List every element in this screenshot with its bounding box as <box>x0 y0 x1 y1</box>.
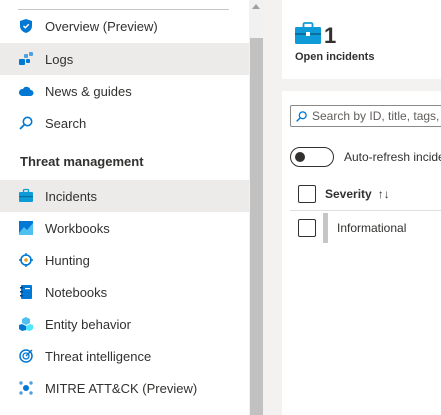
sidebar-item-label: News & guides <box>45 83 132 99</box>
sidebar-item-label: Threat intelligence <box>45 348 152 364</box>
search-icon <box>18 115 34 131</box>
sort-icon[interactable]: ↑↓ <box>378 187 390 201</box>
sidebar-item-label: MITRE ATT&CK (Preview) <box>45 380 198 396</box>
sidebar-item-entity-behavior[interactable]: Entity behavior <box>0 308 249 340</box>
search-icon <box>296 110 307 122</box>
column-header-label: Severity <box>325 187 372 201</box>
section-header-threat-management: Threat management <box>20 154 144 169</box>
workbook-icon <box>18 220 34 236</box>
sidebar-item-search[interactable]: Search <box>0 107 249 139</box>
logs-icon <box>18 51 34 67</box>
briefcase-icon <box>295 22 324 49</box>
sidebar-item-logs[interactable]: Logs <box>0 43 249 75</box>
sidebar-item-label: Notebooks <box>45 284 108 300</box>
sidebar-item-hunting[interactable]: Hunting <box>0 244 249 276</box>
auto-refresh-label: Auto-refresh incidents <box>344 150 441 164</box>
column-header-severity[interactable]: Severity ↑↓ <box>325 187 390 201</box>
sidebar-item-news-guides[interactable]: News & guides <box>0 75 249 107</box>
briefcase-icon <box>18 188 34 204</box>
open-incident-count: 1 <box>324 22 337 48</box>
scrollbar-thumb[interactable] <box>250 38 263 415</box>
sidebar-item-label: Workbooks <box>45 220 110 236</box>
severity-cell: Informational <box>337 221 407 235</box>
sidebar-item-label: Incidents <box>45 188 98 204</box>
mitre-icon <box>18 380 34 396</box>
cloud-icon <box>18 83 34 99</box>
scroll-up-arrow-icon[interactable] <box>252 4 260 9</box>
search-input[interactable] <box>312 109 441 123</box>
select-all-checkbox[interactable] <box>298 185 316 203</box>
sidebar-item-notebooks[interactable]: Notebooks <box>0 276 249 308</box>
table-row[interactable]: Informational <box>290 212 441 244</box>
row-checkbox[interactable] <box>298 219 316 237</box>
sidebar-scrollbar[interactable] <box>249 0 264 415</box>
sidebar-item-label: Logs <box>45 51 74 67</box>
sidebar-item-label: Hunting <box>45 252 90 268</box>
search-box[interactable] <box>290 105 441 127</box>
toggle-knob <box>295 152 305 162</box>
sidebar: Overview (Preview) Logs News & guides Se… <box>0 0 249 415</box>
sidebar-item-label: Overview (Preview) <box>45 18 158 34</box>
sidebar-item-workbooks[interactable]: Workbooks <box>0 212 249 244</box>
main-content: 1 Open incidents Auto-refresh incidents … <box>264 0 441 415</box>
table-divider <box>290 210 441 211</box>
notebook-icon <box>18 284 34 300</box>
auto-refresh-toggle[interactable] <box>290 147 334 167</box>
severity-indicator <box>323 213 328 243</box>
shield-icon <box>18 18 34 34</box>
incident-summary-card: 1 Open incidents <box>282 0 441 79</box>
open-incidents-label: Open incidents <box>295 51 375 63</box>
table-header: Severity ↑↓ <box>290 180 441 208</box>
target-icon <box>18 252 34 268</box>
incidents-list-card: Auto-refresh incidents Severity ↑↓ Infor… <box>282 91 441 415</box>
sidebar-item-threat-intelligence[interactable]: Threat intelligence <box>0 340 249 372</box>
sidebar-item-incidents[interactable]: Incidents <box>0 180 249 212</box>
sidebar-item-label: Search <box>45 115 87 131</box>
auto-refresh-row: Auto-refresh incidents <box>290 147 441 167</box>
sidebar-item-overview[interactable]: Overview (Preview) <box>0 10 249 42</box>
incident-count-row: 1 <box>295 22 336 49</box>
sidebar-item-mitre[interactable]: MITRE ATT&CK (Preview) <box>0 372 249 404</box>
entity-behavior-icon <box>18 316 34 332</box>
sidebar-item-label: Entity behavior <box>45 316 131 332</box>
app-root: Overview (Preview) Logs News & guides Se… <box>0 0 441 415</box>
threat-intelligence-icon <box>18 348 34 364</box>
